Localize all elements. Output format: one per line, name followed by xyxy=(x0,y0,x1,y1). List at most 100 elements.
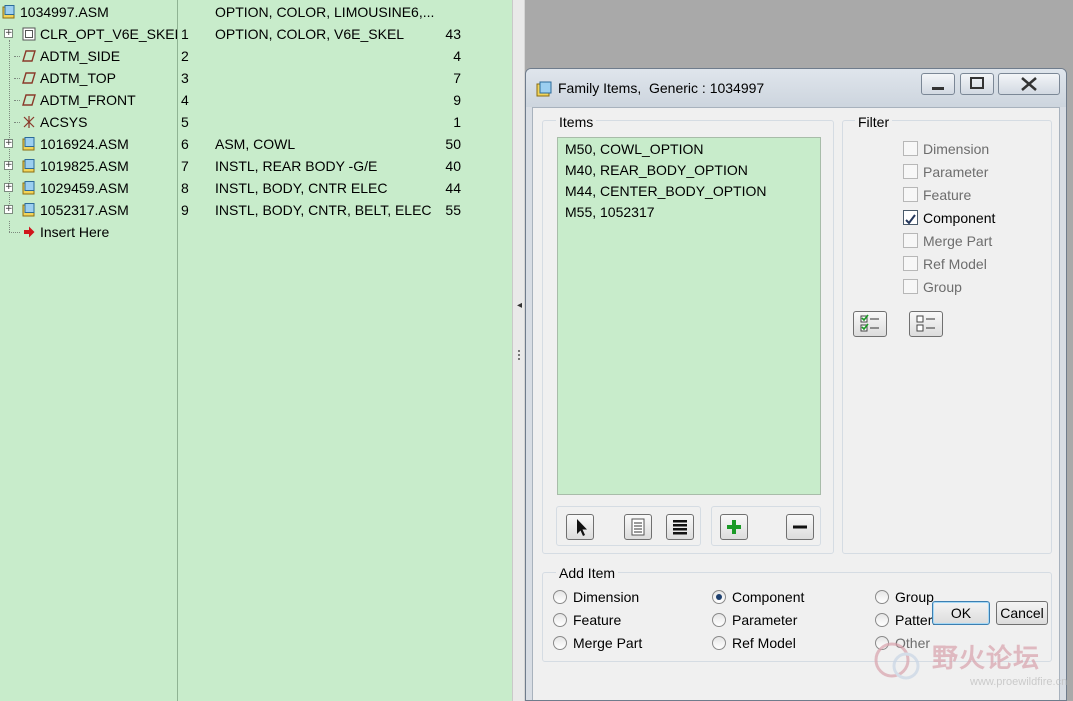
checkbox-label: Ref Model xyxy=(923,256,987,272)
minus-icon xyxy=(793,525,807,529)
datum-plane-icon xyxy=(22,94,36,106)
items-list[interactable]: M50, COWL_OPTION M40, REAR_BODY_OPTION M… xyxy=(557,137,821,495)
cancel-button[interactable]: Cancel xyxy=(996,601,1048,625)
list-item[interactable]: M55, 1052317 xyxy=(565,202,655,223)
value-cell: 55 xyxy=(445,202,461,218)
tree-item[interactable]: ADTM_FRONT xyxy=(0,89,177,111)
index-cell: 2 xyxy=(181,48,189,64)
tree-item[interactable]: + 1019825.ASM xyxy=(0,155,177,177)
add-button[interactable] xyxy=(720,514,748,540)
checkbox-label: Component xyxy=(923,210,996,226)
expand-plus-icon[interactable]: + xyxy=(4,183,13,192)
checkbox-box[interactable] xyxy=(903,233,918,248)
tree-item-label: 1029459.ASM xyxy=(40,180,129,196)
tree-item-label: CLR_OPT_V6E_SKEL.P xyxy=(40,26,177,42)
checkbox-box[interactable] xyxy=(903,279,918,294)
assembly-icon xyxy=(2,5,15,19)
tree-root[interactable]: 1034997.ASM xyxy=(0,1,177,23)
index-cell: 7 xyxy=(181,158,189,174)
checkmark-icon xyxy=(905,214,916,225)
insert-arrow-icon xyxy=(24,226,35,238)
radio-dot[interactable] xyxy=(553,590,567,604)
index-cell: 3 xyxy=(181,70,189,86)
column-row: 4 9 xyxy=(179,89,512,111)
radio-label: Parameter xyxy=(732,612,798,628)
radio-dot[interactable] xyxy=(712,590,726,604)
collapse-arrow-icon[interactable]: ◂ xyxy=(517,300,522,311)
tree-item[interactable]: + CLR_OPT_V6E_SKEL.P xyxy=(0,23,177,45)
tree-item[interactable]: ACSYS xyxy=(0,111,177,133)
uncheck-all-button[interactable] xyxy=(909,311,943,337)
checkbox-box[interactable] xyxy=(903,256,918,271)
close-button[interactable] xyxy=(998,73,1060,95)
tree-item-label: 1016924.ASM xyxy=(40,136,129,152)
radio-dot[interactable] xyxy=(712,613,726,627)
radio-label: Ref Model xyxy=(732,635,796,651)
expand-plus-icon[interactable]: + xyxy=(4,29,13,38)
assembly-icon xyxy=(22,203,35,217)
select-button[interactable] xyxy=(566,514,594,540)
forum-watermark: 野火论坛 www.proewildfire.cn xyxy=(862,632,1067,696)
assembly-icon xyxy=(22,137,35,151)
index-cell: 1 xyxy=(181,26,189,42)
list-item[interactable]: M40, REAR_BODY_OPTION xyxy=(565,160,748,181)
maximize-button[interactable] xyxy=(960,73,994,95)
tree-item[interactable]: + 1029459.ASM xyxy=(0,177,177,199)
datum-plane-icon xyxy=(22,72,36,84)
plus-icon xyxy=(727,520,741,534)
checkbox-box[interactable] xyxy=(903,164,918,179)
show-list-button[interactable] xyxy=(624,514,652,540)
list-item[interactable]: M50, COWL_OPTION xyxy=(565,139,703,160)
radio-label: Merge Part xyxy=(573,635,643,651)
column-row: 6 ASM, COWL 50 xyxy=(179,133,512,155)
tree-item-label: 1019825.ASM xyxy=(40,158,129,174)
tree-item[interactable]: ADTM_TOP xyxy=(0,67,177,89)
family-table-icon xyxy=(536,81,552,97)
watermark-url: www.proewildfire.cn xyxy=(970,676,1068,688)
checkbox-label: Feature xyxy=(923,187,972,203)
tree-item-label: ADTM_TOP xyxy=(40,70,116,86)
check-all-icon xyxy=(860,314,879,332)
expand-plus-icon[interactable]: + xyxy=(4,161,13,170)
column-row: OPTION, COLOR, LIMOUSINE6,... xyxy=(179,1,512,23)
list-item[interactable]: M44, CENTER_BODY_OPTION xyxy=(565,181,767,202)
dialog-titlebar[interactable]: Family Items, Generic : 1034997 xyxy=(526,69,1066,107)
tree-columns: OPTION, COLOR, LIMOUSINE6,... 1 OPTION, … xyxy=(179,0,512,701)
tree-item-insert-here[interactable]: Insert Here xyxy=(0,221,177,243)
tree-item[interactable]: ADTM_SIDE xyxy=(0,45,177,67)
description-cell: INSTL, BODY, CNTR, BELT, ELEC xyxy=(215,202,432,218)
watermark-logo-icon xyxy=(874,642,920,680)
column-row: 8 INSTL, BODY, CNTR ELEC 44 xyxy=(179,177,512,199)
tree-item[interactable]: + 1052317.ASM xyxy=(0,199,177,221)
dialog-title: Family Items, Generic : 1034997 xyxy=(558,80,765,96)
tree-item[interactable]: + 1016924.ASM xyxy=(0,133,177,155)
minimize-icon xyxy=(932,87,944,90)
panel-splitter[interactable]: ◂ xyxy=(512,0,525,701)
remove-button[interactable] xyxy=(786,514,814,540)
tree-item-label: Insert Here xyxy=(40,224,110,240)
radio-dot[interactable] xyxy=(712,636,726,650)
selection-tools xyxy=(556,506,701,546)
radio-dot[interactable] xyxy=(553,636,567,650)
tree-connector xyxy=(14,56,20,57)
radio-dot[interactable] xyxy=(553,613,567,627)
checkbox-label: Dimension xyxy=(923,141,990,157)
description-cell: INSTL, BODY, CNTR ELEC xyxy=(215,180,388,196)
radio-dot[interactable] xyxy=(875,613,889,627)
checkbox-box[interactable] xyxy=(903,141,918,156)
expand-plus-icon[interactable]: + xyxy=(4,205,13,214)
checkbox-box[interactable] xyxy=(903,210,918,225)
expand-plus-icon[interactable]: + xyxy=(4,139,13,148)
check-all-button[interactable] xyxy=(853,311,887,337)
ok-button[interactable]: OK xyxy=(932,601,990,625)
tree-connector xyxy=(14,78,20,79)
model-tree-column: 1034997.ASM + CLR_OPT_V6E_SKEL.P ADTM_SI… xyxy=(0,0,178,701)
minimize-button[interactable] xyxy=(921,73,955,95)
checkbox-box[interactable] xyxy=(903,187,918,202)
tree-item-label: ADTM_SIDE xyxy=(40,48,121,64)
skeleton-part-icon xyxy=(22,27,36,41)
radio-dot[interactable] xyxy=(875,590,889,604)
description-cell: OPTION, COLOR, LIMOUSINE6,... xyxy=(215,4,435,20)
select-all-button[interactable] xyxy=(666,514,694,540)
tree-item-label: ADTM_FRONT xyxy=(40,92,136,108)
